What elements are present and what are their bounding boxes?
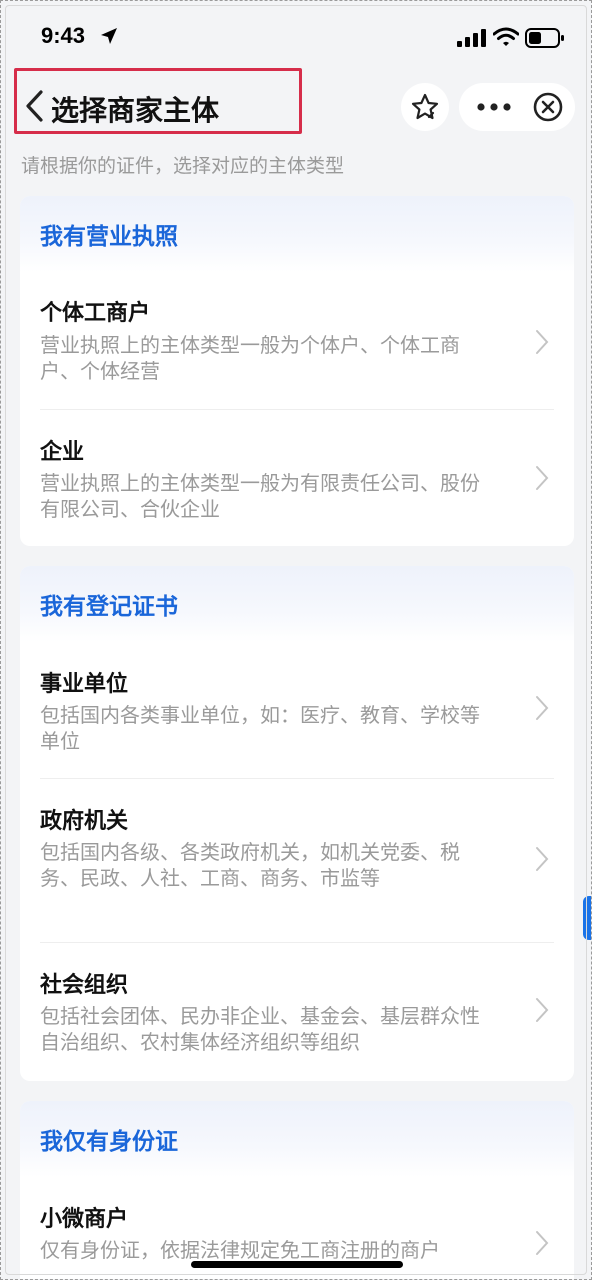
option-government-agency[interactable]: 政府机关 包括国内各级、各类政府机关，如机关党委、税务、民政、人社、工商、商务、…	[40, 779, 554, 943]
option-description: 包括国内各级、各类政府机关，如机关党委、税务、民政、人社、工商、商务、市监等	[40, 840, 460, 890]
option-title: 企业	[40, 440, 85, 465]
chevron-right-icon	[536, 847, 549, 871]
option-title: 事业单位	[40, 672, 129, 697]
battery-icon	[525, 28, 564, 48]
option-description: 营业执照上的主体类型一般为有限责任公司、股份有限公司、合伙企业	[40, 471, 480, 521]
chevron-right-icon	[536, 330, 549, 354]
section-header: 我仅有身份证	[20, 1101, 574, 1177]
option-public-institution[interactable]: 事业单位 包括国内各类事业单位，如：医疗、教育、学校等单位	[40, 642, 554, 779]
option-description: 包括国内各类事业单位，如：医疗、教育、学校等单位	[40, 703, 480, 753]
section-business-license: 我有营业执照 个体工商户 营业执照上的主体类型一般为个体户、个体工商户、个体经营…	[20, 196, 574, 546]
more-button[interactable]	[471, 83, 517, 131]
status-bar: 9:43	[1, 1, 591, 63]
home-indicator	[191, 1261, 403, 1268]
location-arrow-icon	[101, 28, 117, 44]
wifi-icon	[493, 27, 519, 46]
floating-side-tab[interactable]	[583, 896, 591, 940]
miniapp-capsule	[459, 83, 575, 131]
phone-screen: 9:43 选择商家主体 请根据你的证件，选择对应的主体类型 我有营业执照 个体工…	[0, 0, 592, 1280]
star-icon	[411, 93, 439, 120]
more-icon	[477, 103, 511, 111]
back-chevron-icon[interactable]	[23, 89, 45, 123]
option-description: 仅有身份证，依据法律规定免工商注册的商户	[40, 1238, 440, 1262]
close-circle-icon	[533, 92, 563, 122]
option-title: 政府机关	[40, 809, 129, 834]
section-id-card-only: 我仅有身份证 小微商户 仅有身份证，依据法律规定免工商注册的商户	[20, 1101, 574, 1279]
signal-icon	[457, 29, 486, 47]
option-individual-business[interactable]: 个体工商户 营业执照上的主体类型一般为个体户、个体工商户、个体经营	[40, 272, 554, 410]
chevron-right-icon	[536, 466, 549, 490]
close-button[interactable]	[525, 83, 571, 131]
section-header: 我有营业执照	[20, 196, 574, 272]
option-title: 个体工商户	[40, 301, 151, 326]
option-title: 社会组织	[40, 973, 129, 998]
option-description: 包括社会团体、民办非企业、基金会、基层群众性自治组织、农村集体经济组织等组织	[40, 1004, 480, 1054]
chevron-right-icon	[536, 696, 549, 720]
status-time: 9:43	[41, 23, 86, 48]
option-title: 小微商户	[40, 1207, 129, 1232]
section-title: 我有营业执照	[40, 224, 178, 250]
option-social-organization[interactable]: 社会组织 包括社会团体、民办非企业、基金会、基层群众性自治组织、农村集体经济组织…	[40, 943, 554, 1081]
nav-bar: 选择商家主体	[1, 63, 591, 147]
page-title: 选择商家主体	[51, 94, 220, 127]
page-subtitle: 请根据你的证件，选择对应的主体类型	[21, 155, 345, 177]
chevron-right-icon	[536, 1231, 549, 1255]
section-title: 我仅有身份证	[40, 1129, 178, 1155]
section-registration-certificate: 我有登记证书 事业单位 包括国内各类事业单位，如：医疗、教育、学校等单位 政府机…	[20, 566, 574, 1081]
chevron-right-icon	[536, 998, 549, 1022]
section-title: 我有登记证书	[40, 594, 178, 620]
option-description: 营业执照上的主体类型一般为个体户、个体工商户、个体经营	[40, 333, 460, 383]
favorite-button[interactable]	[401, 83, 449, 131]
section-header: 我有登记证书	[20, 566, 574, 642]
option-enterprise[interactable]: 企业 营业执照上的主体类型一般为有限责任公司、股份有限公司、合伙企业	[40, 410, 554, 546]
